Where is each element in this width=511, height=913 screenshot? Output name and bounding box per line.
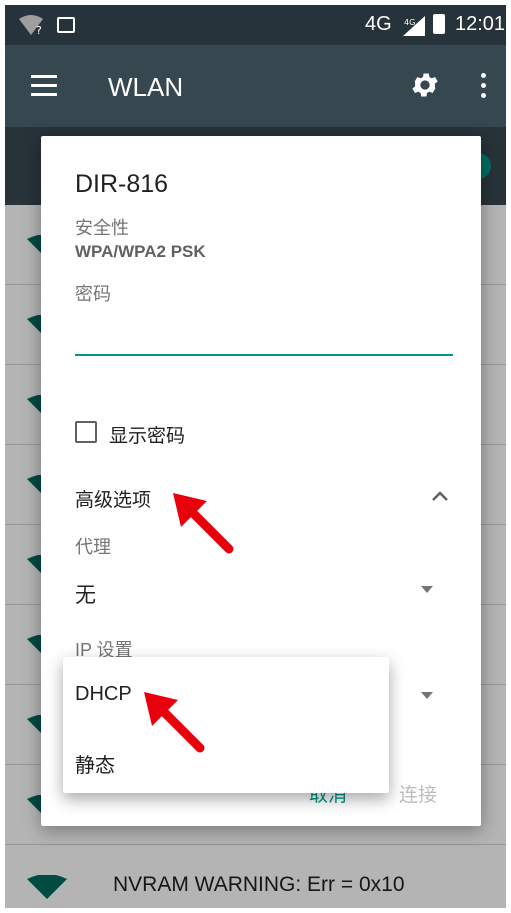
annotation-arrow-icon <box>173 493 234 554</box>
ip-settings-dropdown: DHCP 静态 <box>63 657 389 793</box>
security-label: 安全性 <box>75 218 129 238</box>
dialog-title: DIR-816 <box>75 170 169 198</box>
page-title: WLAN <box>108 72 184 102</box>
status-bar: ? 4G 4G 12:01 <box>5 5 506 45</box>
option-static[interactable]: 静态 <box>75 749 115 778</box>
more-icon[interactable] <box>481 73 487 103</box>
network-small: 4G <box>404 18 415 27</box>
image-icon <box>57 17 75 33</box>
svg-text:?: ? <box>36 24 42 35</box>
wifi-question-icon: ? <box>19 15 47 40</box>
annotation-arrow-icon <box>144 692 205 753</box>
show-password-checkbox[interactable] <box>75 421 97 443</box>
gear-icon[interactable] <box>409 69 441 101</box>
dropdown-arrow-icon[interactable] <box>421 692 433 699</box>
advanced-options-toggle[interactable]: 高级选项 <box>75 485 151 512</box>
app-bar: WLAN <box>5 45 506 127</box>
connect-button[interactable]: 连接 <box>399 780 437 807</box>
signal-icon: 4G <box>403 16 425 41</box>
password-label: 密码 <box>75 284 111 304</box>
clock: 12:01 <box>455 13 506 35</box>
show-password-label[interactable]: 显示密码 <box>109 421 185 448</box>
proxy-label: 代理 <box>75 537 111 557</box>
proxy-select[interactable]: 无 <box>75 579 96 609</box>
password-field[interactable] <box>75 314 453 356</box>
battery-icon <box>433 14 445 34</box>
phone-screen: ? 4G 4G 12:01 WLAN NVRAM WARNING: Err = … <box>5 5 506 908</box>
security-value: WPA/WPA2 PSK <box>75 242 206 261</box>
dropdown-arrow-icon[interactable] <box>421 586 433 593</box>
option-dhcp[interactable]: DHCP <box>75 683 132 706</box>
network-type: 4G <box>365 13 392 35</box>
chevron-up-icon[interactable] <box>431 489 449 507</box>
menu-icon[interactable] <box>31 75 57 102</box>
